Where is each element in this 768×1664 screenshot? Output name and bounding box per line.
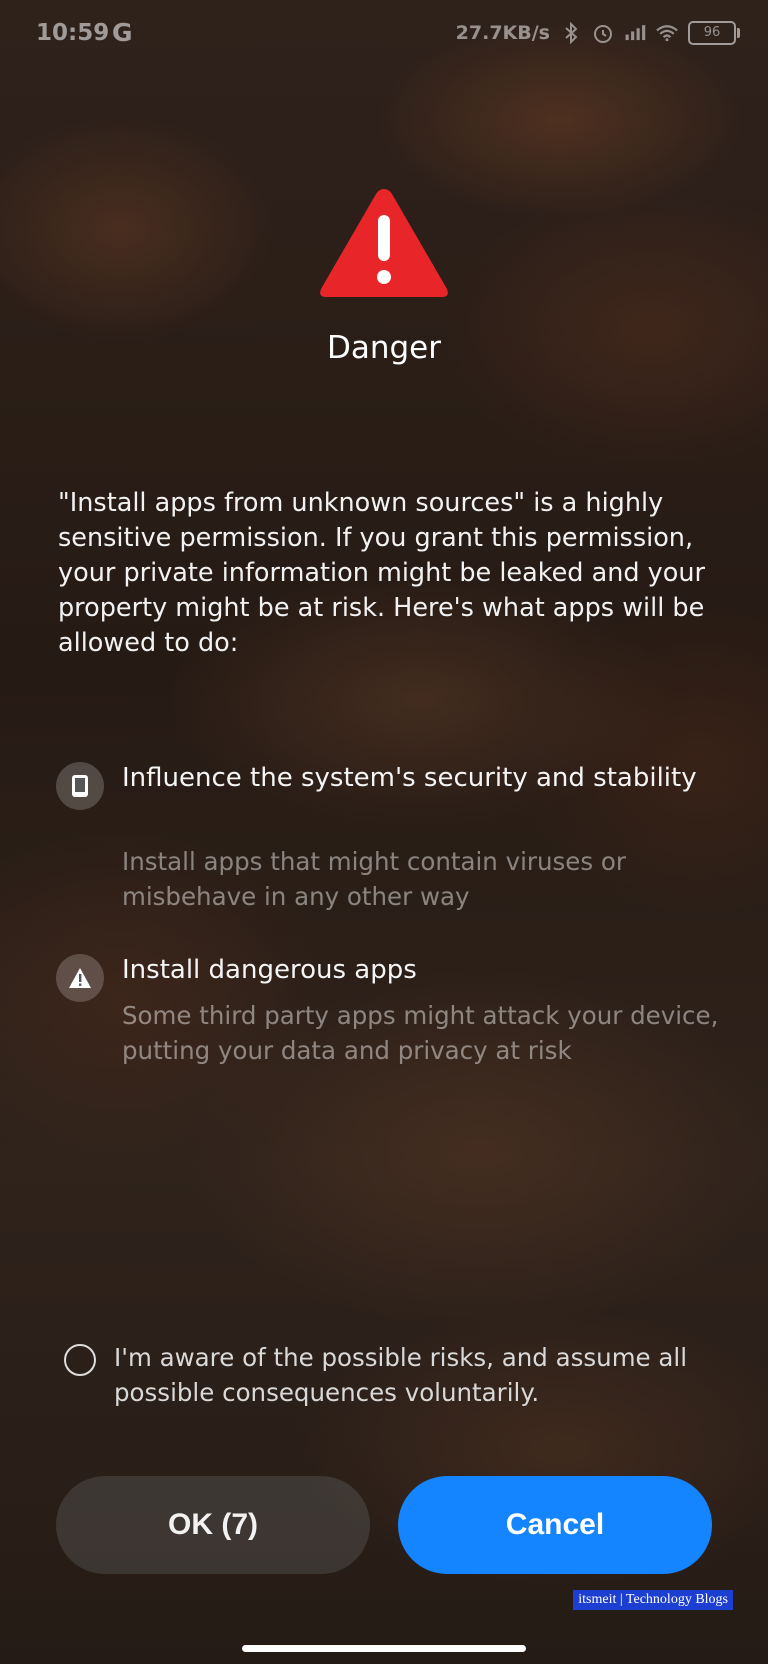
dialog-title: Danger bbox=[326, 330, 441, 366]
signal-icon bbox=[624, 22, 646, 44]
bluetooth-icon bbox=[560, 22, 582, 44]
permission-title: Influence the system's security and stab… bbox=[122, 763, 697, 793]
carrier-g-icon: G bbox=[112, 18, 133, 47]
wifi-icon bbox=[656, 22, 678, 44]
warning-triangle-icon bbox=[320, 189, 448, 297]
alarm-icon bbox=[592, 22, 614, 44]
warning-intro-text: "Install apps from unknown sources" is a… bbox=[58, 488, 706, 658]
watermark: itsmeit | Technology Blogs bbox=[573, 1590, 733, 1610]
risk-acknowledgement[interactable]: I'm aware of the possible risks, and ass… bbox=[64, 1340, 724, 1420]
cancel-button[interactable]: Cancel bbox=[398, 1476, 712, 1574]
home-indicator[interactable] bbox=[242, 1645, 526, 1652]
permission-description: Install apps that might contain viruses … bbox=[122, 847, 626, 911]
status-time: 10:59 bbox=[36, 20, 110, 46]
battery-icon: 96 bbox=[688, 21, 740, 45]
warning-icon bbox=[56, 954, 104, 1002]
status-bar: 10:59 G 27.7KB/s 96 bbox=[0, 0, 768, 68]
status-icons: 27.7KB/s 96 bbox=[455, 18, 740, 48]
permission-description: Some third party apps might attack your … bbox=[122, 1001, 719, 1065]
phone-icon bbox=[56, 762, 104, 810]
risk-acknowledgement-text: I'm aware of the possible risks, and ass… bbox=[114, 1343, 688, 1407]
ok-button[interactable]: OK (7) bbox=[56, 1476, 370, 1574]
risk-acknowledgement-radio[interactable] bbox=[64, 1344, 96, 1376]
network-speed: 27.7KB/s bbox=[455, 22, 550, 44]
permission-title: Install dangerous apps bbox=[122, 955, 417, 985]
